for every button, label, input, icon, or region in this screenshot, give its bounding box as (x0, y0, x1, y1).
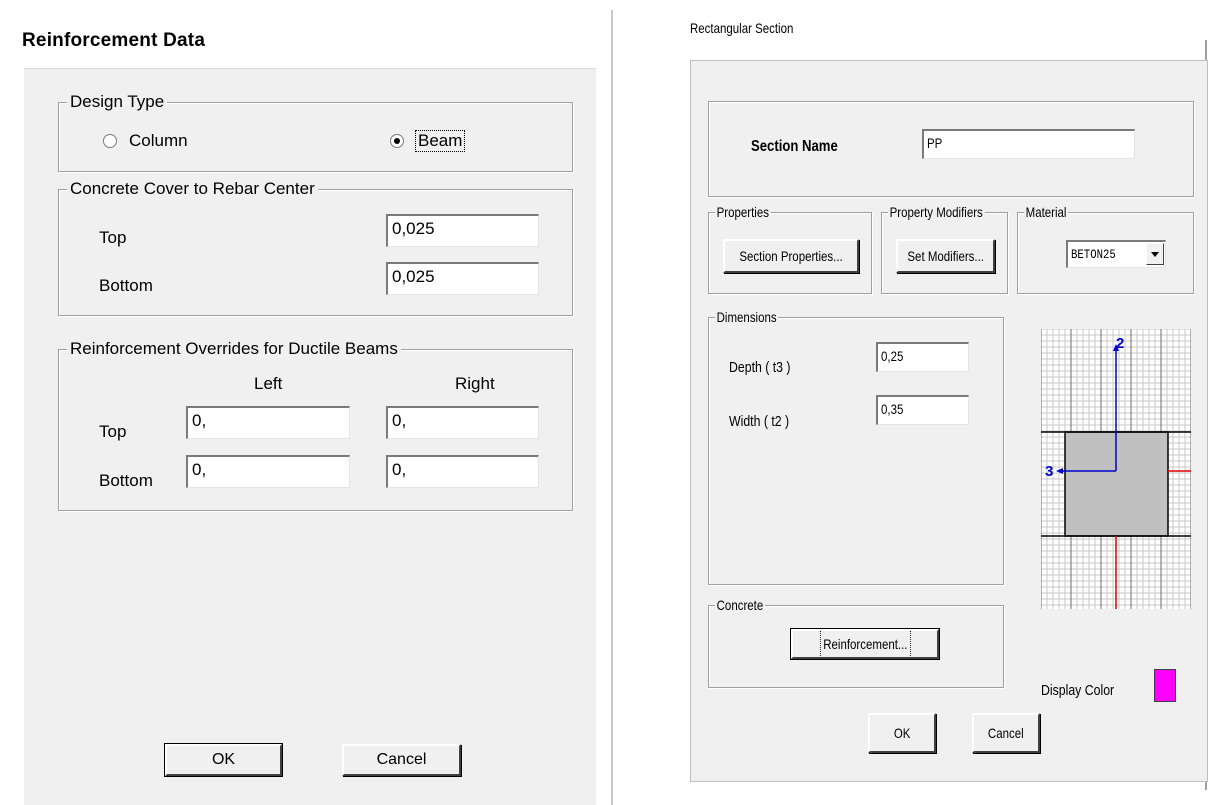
cancel-button[interactable]: Cancel (972, 713, 1040, 753)
display-color-swatch[interactable] (1154, 669, 1176, 702)
reinforcement-button[interactable]: Reinforcement... (790, 628, 940, 660)
concrete-cover-group: Concrete Cover to Rebar Center Top 0,025… (58, 178, 573, 316)
property-modifiers-group: Property Modifiers Set Modifiers... (881, 204, 1008, 294)
beam-radio-option[interactable]: Beam (390, 130, 466, 152)
cover-bottom-label: Bottom (99, 276, 153, 295)
material-select[interactable]: BETON25 (1066, 240, 1166, 268)
display-color-label: Display Color (1041, 682, 1115, 699)
cancel-button[interactable]: Cancel (342, 744, 461, 776)
dropdown-arrow-icon[interactable] (1146, 243, 1164, 265)
overrides-left-header: Left (254, 374, 283, 393)
overrides-bottom-label: Bottom (99, 471, 153, 490)
overrides-bottom-left-input[interactable]: 0, (186, 455, 350, 488)
ok-button[interactable]: OK (164, 743, 283, 777)
overrides-bottom-right-input[interactable]: 0, (386, 455, 539, 488)
design-type-group: Design Type Column Beam (58, 91, 573, 172)
depth-input[interactable]: 0,25 (876, 342, 969, 372)
reinforcement-data-dialog: Reinforcement Data Design Type Column Be… (0, 0, 613, 805)
set-modifiers-button[interactable]: Set Modifiers... (896, 239, 995, 273)
section-preview-graphic: 2 3 (1040, 328, 1192, 609)
overrides-top-right-input[interactable]: 0, (386, 406, 539, 439)
ductile-overrides-legend: Reinforcement Overrides for Ductile Beam… (67, 338, 401, 360)
overrides-top-left-input[interactable]: 0, (186, 406, 350, 439)
column-radio-option[interactable]: Column (103, 131, 188, 151)
width-input[interactable]: 0,35 (876, 395, 969, 425)
section-name-group: Section Name PP (708, 101, 1194, 197)
section-preview: 2 3 (1040, 328, 1192, 609)
section-name-label: Section Name (751, 138, 838, 155)
section-properties-button[interactable]: Section Properties... (723, 239, 859, 273)
section-name-input[interactable]: PP (922, 129, 1135, 159)
dialog-edge (611, 10, 613, 805)
overrides-top-label: Top (99, 422, 127, 441)
cover-bottom-input[interactable]: 0,025 (386, 262, 539, 295)
depth-label: Depth ( t3 ) (729, 359, 791, 376)
design-type-legend: Design Type (67, 91, 168, 113)
ok-button[interactable]: OK (868, 713, 936, 753)
cover-top-label: Top (99, 228, 127, 247)
column-radio[interactable] (103, 134, 117, 148)
rectangular-section-dialog: Section Name PP Properties Section Prope… (690, 60, 1208, 782)
column-radio-label: Column (129, 131, 188, 150)
properties-legend: Properties (715, 204, 771, 220)
dimensions-group: Dimensions Depth ( t3 ) 0,25 Width ( t2 … (708, 309, 1004, 585)
dialog-title: Reinforcement Data (22, 30, 206, 51)
beam-radio-label: Beam (414, 130, 466, 152)
concrete-cover-legend: Concrete Cover to Rebar Center (67, 178, 318, 200)
property-modifiers-legend: Property Modifiers (888, 204, 985, 220)
dimensions-legend: Dimensions (715, 309, 779, 325)
concrete-group: Concrete Reinforcement... (708, 597, 1004, 688)
axis-3-label: 3 (1045, 463, 1053, 480)
section-dialog-title: Rectangular Section (690, 20, 794, 36)
beam-radio[interactable] (390, 134, 404, 148)
concrete-legend: Concrete (715, 597, 765, 613)
material-legend: Material (1024, 204, 1069, 220)
cover-top-input[interactable]: 0,025 (386, 214, 539, 247)
width-label: Width ( t2 ) (729, 413, 790, 430)
axis-2-label: 2 (1116, 335, 1124, 352)
properties-group: Properties Section Properties... (708, 204, 872, 294)
dialog-body: Design Type Column Beam Concrete Cover t… (24, 68, 596, 805)
overrides-right-header: Right (455, 374, 495, 393)
ductile-overrides-group: Reinforcement Overrides for Ductile Beam… (58, 338, 573, 511)
material-group: Material BETON25 (1017, 204, 1194, 294)
